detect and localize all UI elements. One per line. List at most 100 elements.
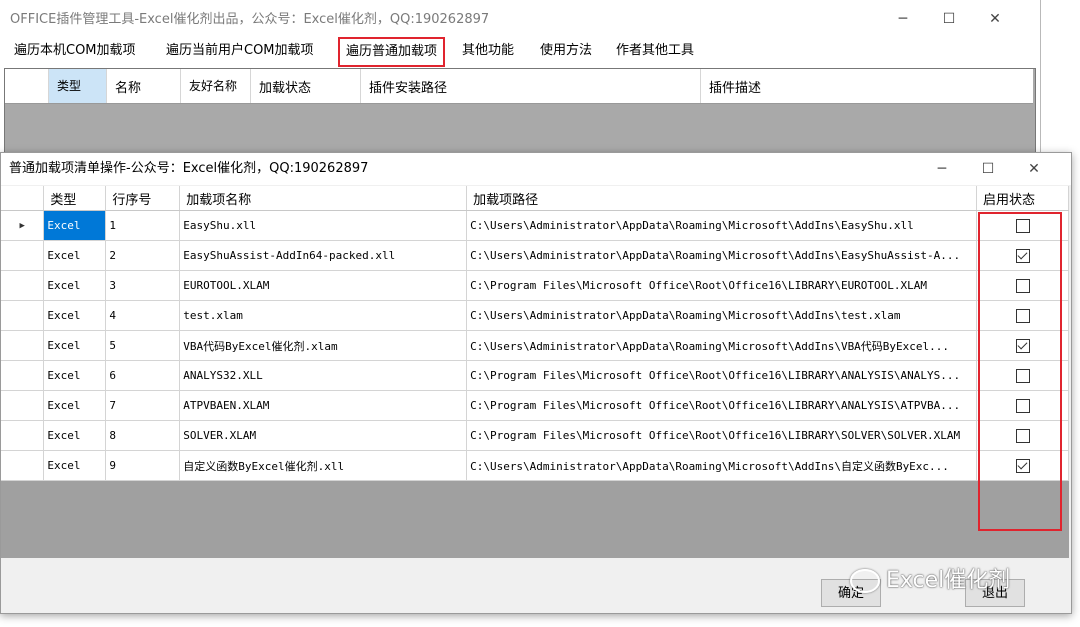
row-header[interactable] <box>1 270 45 301</box>
menu-item-com-user[interactable]: 遍历当前用户COM加载项 <box>160 40 320 62</box>
close-icon[interactable]: ✕ <box>972 0 1018 38</box>
minimize-icon[interactable]: ─ <box>919 150 965 188</box>
cell-name[interactable]: VBA代码ByExcel催化剂.xlam <box>179 330 468 361</box>
cell-type[interactable]: Excel <box>43 360 107 391</box>
cell-type[interactable]: Excel <box>43 270 107 301</box>
cell-enabled <box>976 390 1069 421</box>
main-grid-header-name[interactable]: 名称 <box>107 69 181 103</box>
dialog-titlebar: 普通加载项清单操作-公众号：Excel催化剂，QQ:190262897 ─ ☐ … <box>1 153 1071 185</box>
cell-path[interactable]: C:\Program Files\Microsoft Office\Root\O… <box>466 360 978 391</box>
table-row[interactable]: Excel 8 SOLVER.XLAM C:\Program Files\Micros… <box>1 420 1069 451</box>
main-grid-header-type[interactable]: 类型 <box>49 69 107 103</box>
cell-path[interactable]: C:\Users\Administrator\AppData\Roaming\M… <box>466 300 978 331</box>
cell-name[interactable]: SOLVER.XLAM <box>179 420 468 451</box>
cell-index[interactable]: 9 <box>105 450 181 481</box>
row-header[interactable] <box>1 300 45 331</box>
cell-name[interactable]: test.xlam <box>179 300 468 331</box>
cell-path[interactable]: C:\Program Files\Microsoft Office\Root\O… <box>466 270 978 301</box>
table-row[interactable]: Excel 3 EUROTOOL.XLAM C:\Program Files\Micr… <box>1 270 1069 301</box>
cell-path[interactable]: C:\Users\Administrator\AppData\Roaming\M… <box>466 240 978 271</box>
column-header-path[interactable]: 加载项路径 <box>466 186 978 211</box>
main-grid-header-description[interactable]: 插件描述 <box>701 69 1033 103</box>
column-header-enabled[interactable]: 启用状态 <box>976 186 1069 211</box>
cell-enabled <box>976 330 1069 361</box>
cell-path[interactable]: C:\Users\Administrator\AppData\Roaming\M… <box>466 210 978 241</box>
cell-enabled <box>976 420 1069 451</box>
menu-item-com-machine[interactable]: 遍历本机COM加载项 <box>8 40 142 62</box>
cell-index[interactable]: 7 <box>105 390 181 421</box>
main-grid-header-install-path[interactable]: 插件安装路径 <box>361 69 701 103</box>
cell-name[interactable]: EasyShuAssist-AddIn64-packed.xll <box>179 240 468 271</box>
cell-path[interactable]: C:\Program Files\Microsoft Office\Root\O… <box>466 390 978 421</box>
main-grid-header-friendly-name[interactable]: 友好名称 <box>181 69 251 103</box>
table-row[interactable]: Excel 6 ANALYS32.XLL C:\Program Files\Micro… <box>1 360 1069 391</box>
cell-type[interactable]: Excel <box>43 330 107 361</box>
minimize-icon[interactable]: ─ <box>880 0 926 38</box>
cell-name[interactable]: ATPVBAEN.XLAM <box>179 390 468 421</box>
enabled-checkbox[interactable] <box>1015 458 1030 473</box>
cell-name[interactable]: EasyShu.xll <box>179 210 468 241</box>
row-header[interactable] <box>1 240 45 271</box>
table-row[interactable]: Excel 5 VBA代码ByExcel催化剂.xlam C:\Users\Admin… <box>1 330 1069 361</box>
main-grid-header: 类型 名称 友好名称 加载状态 插件安装路径 插件描述 <box>5 69 1033 104</box>
cell-index[interactable]: 2 <box>105 240 181 271</box>
cell-index[interactable]: 4 <box>105 300 181 331</box>
cell-type[interactable]: Excel <box>43 420 107 451</box>
table-header-row: 类型 行序号 加载项名称 加载项路径 启用状态 <box>1 186 1069 211</box>
table-row[interactable]: Excel 2 EasyShuAssist-AddIn64-packed.xll C:… <box>1 240 1069 271</box>
cell-type[interactable]: Excel <box>43 300 107 331</box>
row-header[interactable] <box>1 420 45 451</box>
cell-index[interactable]: 3 <box>105 270 181 301</box>
cell-path[interactable]: C:\Users\Administrator\AppData\Roaming\M… <box>466 330 978 361</box>
cell-index[interactable]: 5 <box>105 330 181 361</box>
menu-item-usage[interactable]: 使用方法 <box>534 40 598 62</box>
cell-index[interactable]: 8 <box>105 420 181 451</box>
enabled-checkbox[interactable] <box>1015 398 1030 413</box>
cell-enabled <box>976 270 1069 301</box>
cell-enabled <box>976 300 1069 331</box>
table-row[interactable]: Excel 9 自定义函数ByExcel催化剂.xll C:\Users\Admini… <box>1 450 1069 481</box>
cell-name[interactable]: ANALYS32.XLL <box>179 360 468 391</box>
cell-type[interactable]: Excel <box>43 390 107 421</box>
cell-type[interactable]: Excel <box>43 450 107 481</box>
maximize-icon[interactable]: ☐ <box>965 150 1011 188</box>
table-row[interactable]: Excel 4 test.xlam C:\Users\Administrator\Ap… <box>1 300 1069 331</box>
addin-list-dialog: 普通加载项清单操作-公众号：Excel催化剂，QQ:190262897 ─ ☐ … <box>0 152 1072 614</box>
enabled-checkbox[interactable] <box>1015 218 1030 233</box>
cell-path[interactable]: C:\Program Files\Microsoft Office\Root\O… <box>466 420 978 451</box>
enabled-checkbox[interactable] <box>1015 248 1030 263</box>
dialog-controls: ─ ☐ ✕ <box>919 150 1057 188</box>
column-header-name[interactable]: 加载项名称 <box>179 186 468 211</box>
row-header[interactable] <box>1 360 45 391</box>
enabled-checkbox[interactable] <box>1015 278 1030 293</box>
cell-type[interactable]: Excel <box>43 240 107 271</box>
enabled-checkbox[interactable] <box>1015 428 1030 443</box>
cell-type[interactable]: Excel <box>43 210 107 241</box>
column-header-type[interactable]: 类型 <box>43 186 107 211</box>
cell-name[interactable]: 自定义函数ByExcel催化剂.xll <box>179 450 468 481</box>
main-window-controls: ─ ☐ ✕ <box>880 0 1018 38</box>
row-header[interactable] <box>1 450 45 481</box>
enabled-checkbox[interactable] <box>1015 338 1030 353</box>
row-header[interactable] <box>1 390 45 421</box>
cell-name[interactable]: EUROTOOL.XLAM <box>179 270 468 301</box>
menu-item-normal-addins[interactable]: 遍历普通加载项 <box>338 37 446 67</box>
row-header[interactable] <box>1 330 45 361</box>
row-header[interactable]: ▶ <box>1 210 45 241</box>
cell-path[interactable]: C:\Users\Administrator\AppData\Roaming\M… <box>466 450 978 481</box>
cell-index[interactable]: 1 <box>105 210 181 241</box>
cell-enabled <box>976 360 1069 391</box>
cell-enabled <box>976 240 1069 271</box>
table-row[interactable]: Excel 7 ATPVBAEN.XLAM C:\Program Files\Micr… <box>1 390 1069 421</box>
main-grid-header-load-status[interactable]: 加载状态 <box>251 69 361 103</box>
enabled-checkbox[interactable] <box>1015 368 1030 383</box>
cell-index[interactable]: 6 <box>105 360 181 391</box>
menu-item-author-tools[interactable]: 作者其他工具 <box>610 40 700 62</box>
maximize-icon[interactable]: ☐ <box>926 0 972 38</box>
close-icon[interactable]: ✕ <box>1011 150 1057 188</box>
menu-item-other-functions[interactable]: 其他功能 <box>456 40 520 62</box>
table-row[interactable]: ▶ Excel 1 EasyShu.xll C:\Users\Administrator… <box>1 210 1069 241</box>
column-header-index[interactable]: 行序号 <box>105 186 181 211</box>
enabled-checkbox[interactable] <box>1015 308 1030 323</box>
addin-grid[interactable]: 类型 行序号 加载项名称 加载项路径 启用状态 ▶ Excel 1 EasyShu.x… <box>1 186 1069 558</box>
